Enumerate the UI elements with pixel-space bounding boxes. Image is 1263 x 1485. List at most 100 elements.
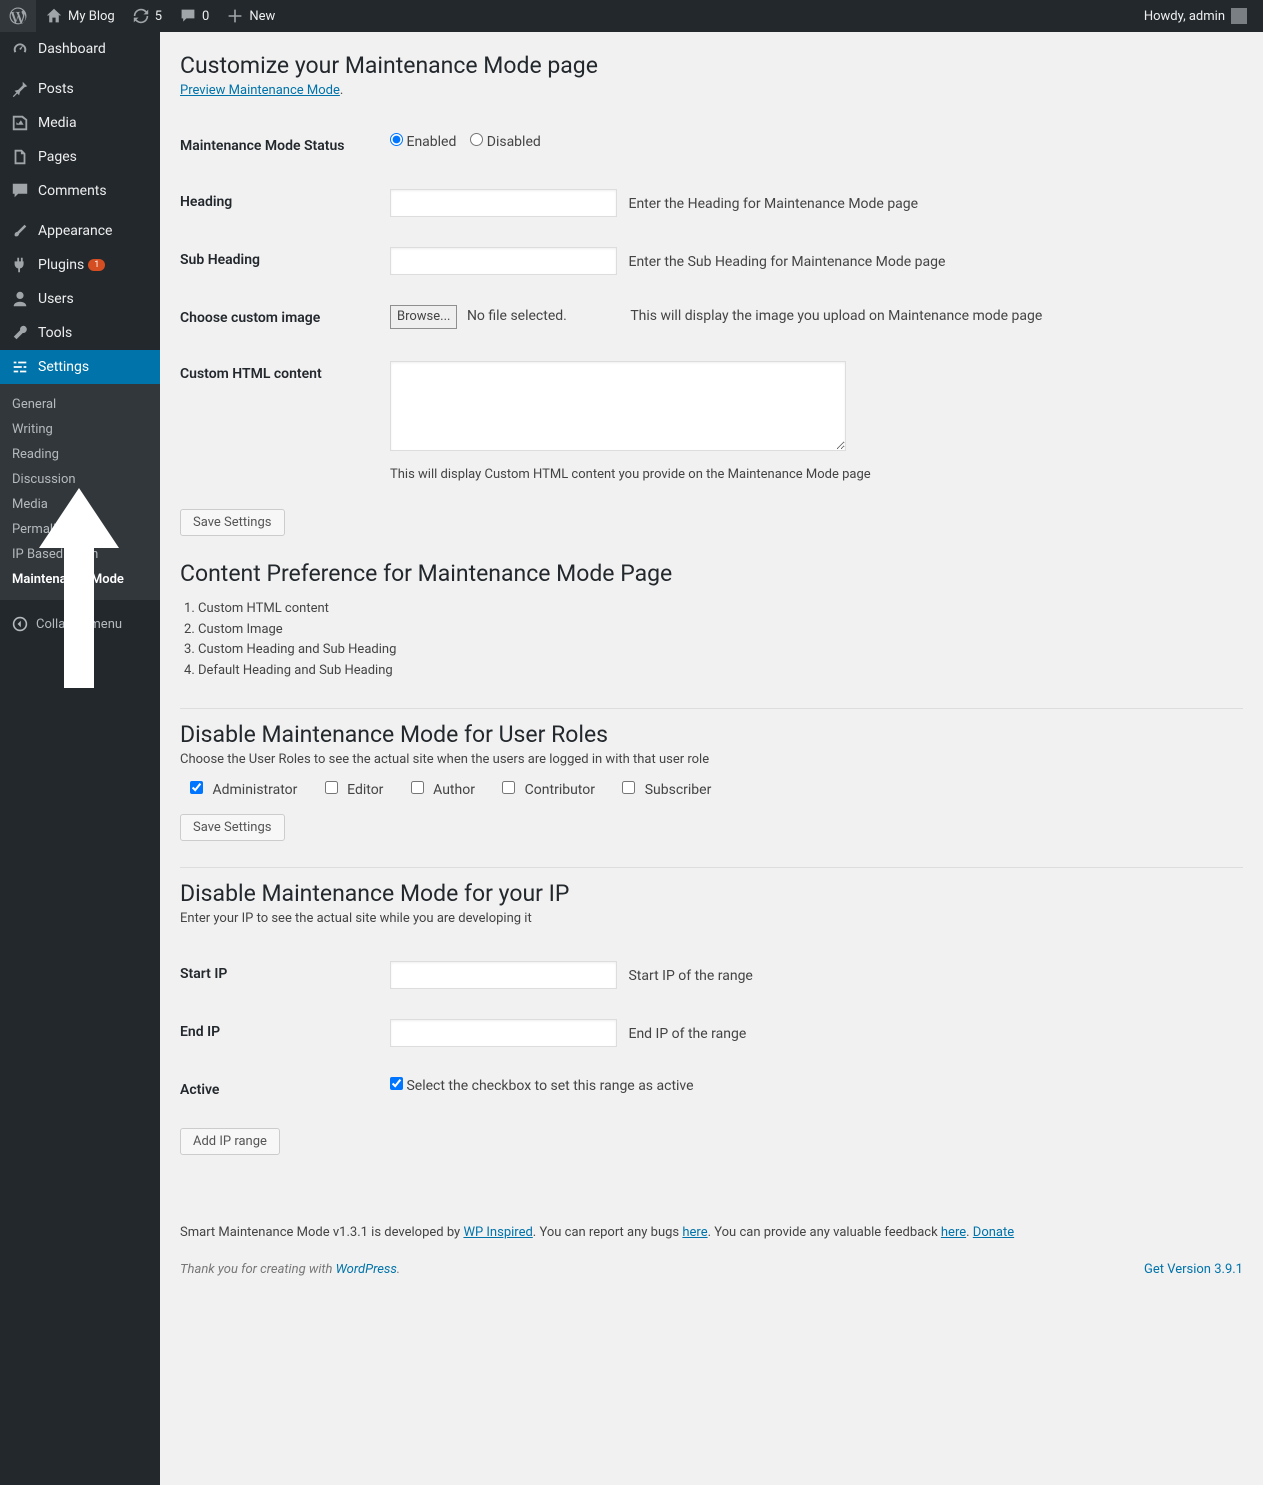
sidebar-item-appearance[interactable]: Appearance bbox=[0, 214, 160, 248]
role-subscriber[interactable]: Subscriber bbox=[622, 782, 711, 798]
preview-link[interactable]: Preview Maintenance Mode bbox=[180, 83, 340, 98]
sidebar-item-settings[interactable]: Settings bbox=[0, 350, 160, 384]
sidebar-item-label: Dashboard bbox=[38, 41, 106, 57]
save-settings-button-1[interactable]: Save Settings bbox=[180, 509, 285, 536]
role-editor-checkbox[interactable] bbox=[325, 781, 338, 794]
sidebar-item-media[interactable]: Media bbox=[0, 106, 160, 140]
sidebar-item-posts[interactable]: Posts bbox=[0, 72, 160, 106]
role-contributor-checkbox[interactable] bbox=[502, 781, 515, 794]
site-name-button[interactable]: My Blog bbox=[36, 0, 123, 32]
admin-sidebar: Dashboard Posts Media Pages Comments App… bbox=[0, 32, 160, 1485]
settings-submenu: General Writing Reading Discussion Media… bbox=[0, 384, 160, 600]
plus-icon bbox=[225, 6, 245, 26]
role-author-checkbox[interactable] bbox=[411, 781, 424, 794]
ip-title: Disable Maintenance Mode for your IP bbox=[180, 876, 1243, 911]
account-button[interactable]: Howdy, admin bbox=[1136, 0, 1255, 32]
howdy-label: Howdy, admin bbox=[1144, 9, 1225, 24]
content-pref-title: Content Preference for Maintenance Mode … bbox=[180, 536, 1243, 591]
updates-button[interactable]: 5 bbox=[123, 0, 170, 32]
refresh-icon bbox=[131, 6, 151, 26]
field-label-start-ip: Start IP bbox=[180, 946, 380, 1004]
list-item: Custom Image bbox=[198, 620, 1243, 641]
role-author[interactable]: Author bbox=[411, 782, 475, 798]
report-bugs-link[interactable]: here bbox=[682, 1225, 707, 1240]
end-ip-input[interactable] bbox=[390, 1019, 617, 1047]
status-disabled-radio[interactable] bbox=[470, 133, 483, 146]
active-checkbox[interactable] bbox=[390, 1077, 403, 1090]
pin-icon bbox=[10, 79, 30, 99]
sidebar-item-label: Posts bbox=[38, 81, 74, 97]
donate-link[interactable]: Donate bbox=[973, 1225, 1014, 1240]
admin-toolbar: My Blog 5 0 New Howdy, admin bbox=[0, 0, 1263, 32]
site-name-label: My Blog bbox=[68, 9, 115, 24]
submenu-item-media[interactable]: Media bbox=[0, 492, 160, 517]
sidebar-item-dashboard[interactable]: Dashboard bbox=[0, 32, 160, 66]
media-icon bbox=[10, 113, 30, 133]
submenu-item-discussion[interactable]: Discussion bbox=[0, 467, 160, 492]
ip-subtitle: Enter your IP to see the actual site whi… bbox=[180, 911, 1243, 926]
sidebar-item-plugins[interactable]: Plugins 1 bbox=[0, 248, 160, 282]
add-ip-range-button[interactable]: Add IP range bbox=[180, 1128, 280, 1155]
field-label-subheading: Sub Heading bbox=[180, 232, 380, 290]
wp-logo-button[interactable] bbox=[0, 0, 36, 32]
comments-count: 0 bbox=[202, 9, 209, 24]
collapse-label: Collapse menu bbox=[36, 617, 122, 632]
custom-html-textarea[interactable] bbox=[390, 361, 846, 451]
save-settings-button-2[interactable]: Save Settings bbox=[180, 814, 285, 841]
plug-icon bbox=[10, 255, 30, 275]
subheading-input[interactable] bbox=[390, 247, 617, 275]
feedback-link[interactable]: here bbox=[941, 1225, 966, 1240]
comments-button[interactable]: 0 bbox=[170, 0, 217, 32]
no-file-label: No file selected. bbox=[467, 308, 567, 324]
user-icon bbox=[10, 289, 30, 309]
heading-input[interactable] bbox=[390, 189, 617, 217]
dashboard-icon bbox=[10, 39, 30, 59]
wordpress-link[interactable]: WordPress bbox=[336, 1262, 397, 1277]
sidebar-item-label: Media bbox=[38, 115, 77, 131]
wp-inspired-link[interactable]: WP Inspired bbox=[463, 1225, 532, 1240]
wrench-icon bbox=[10, 323, 30, 343]
home-icon bbox=[44, 6, 64, 26]
sidebar-item-tools[interactable]: Tools bbox=[0, 316, 160, 350]
brush-icon bbox=[10, 221, 30, 241]
field-label-custom-image: Choose custom image bbox=[180, 290, 380, 346]
sidebar-item-pages[interactable]: Pages bbox=[0, 140, 160, 174]
updates-count: 5 bbox=[155, 9, 162, 24]
browse-button[interactable]: Browse... bbox=[390, 305, 457, 329]
custom-image-hint: This will display the image you upload o… bbox=[630, 308, 1042, 324]
start-ip-hint: Start IP of the range bbox=[628, 968, 752, 984]
sidebar-item-comments[interactable]: Comments bbox=[0, 174, 160, 208]
role-editor[interactable]: Editor bbox=[325, 782, 384, 798]
submenu-item-general[interactable]: General bbox=[0, 392, 160, 417]
role-subscriber-checkbox[interactable] bbox=[622, 781, 635, 794]
role-administrator[interactable]: Administrator bbox=[190, 782, 297, 798]
role-administrator-checkbox[interactable] bbox=[190, 781, 203, 794]
submenu-item-reading[interactable]: Reading bbox=[0, 442, 160, 467]
get-version-link[interactable]: Get Version 3.9.1 bbox=[1144, 1262, 1243, 1277]
status-disabled-option[interactable]: Disabled bbox=[470, 134, 541, 150]
roles-checkbox-row: Administrator Editor Author Contributor … bbox=[180, 767, 1243, 804]
start-ip-input[interactable] bbox=[390, 961, 617, 989]
field-label-heading: Heading bbox=[180, 174, 380, 232]
end-ip-hint: End IP of the range bbox=[628, 1026, 746, 1042]
list-item: Custom HTML content bbox=[198, 599, 1243, 620]
active-option[interactable]: Select the checkbox to set this range as… bbox=[390, 1078, 694, 1094]
plugins-badge: 1 bbox=[88, 259, 105, 271]
comment-icon bbox=[178, 6, 198, 26]
submenu-item-ip-based-login[interactable]: IP Based Login bbox=[0, 542, 160, 567]
submenu-item-maintenance-mode[interactable]: Maintenance Mode bbox=[0, 567, 160, 592]
main-content: Customize your Maintenance Mode page Pre… bbox=[160, 32, 1263, 1485]
status-enabled-option[interactable]: Enabled bbox=[390, 134, 456, 150]
submenu-item-permalinks[interactable]: Permalinks bbox=[0, 517, 160, 542]
thank-you-line: Thank you for creating with WordPress. bbox=[180, 1262, 400, 1277]
status-enabled-radio[interactable] bbox=[390, 133, 403, 146]
sidebar-item-label: Pages bbox=[38, 149, 77, 165]
field-label-status: Maintenance Mode Status bbox=[180, 118, 380, 174]
submenu-item-writing[interactable]: Writing bbox=[0, 417, 160, 442]
sidebar-item-users[interactable]: Users bbox=[0, 282, 160, 316]
role-contributor[interactable]: Contributor bbox=[502, 782, 595, 798]
sliders-icon bbox=[10, 357, 30, 377]
page-icon bbox=[10, 147, 30, 167]
collapse-menu-button[interactable]: Collapse menu bbox=[0, 606, 160, 642]
new-button[interactable]: New bbox=[217, 0, 283, 32]
